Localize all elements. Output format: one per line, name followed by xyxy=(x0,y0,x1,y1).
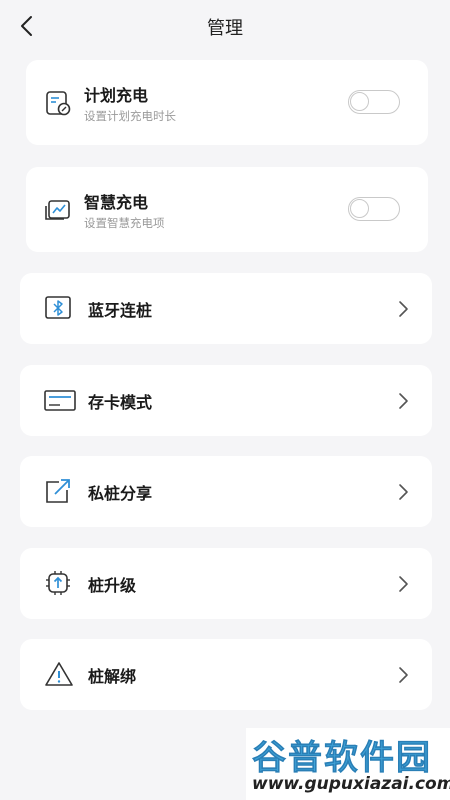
schedule-charge-card: 计划充电 设置计划充电时长 xyxy=(26,60,428,145)
bluetooth-icon xyxy=(45,296,71,319)
watermark-logo: 谷普软件园 www.gupuxiazai.com xyxy=(246,728,450,800)
card-icon xyxy=(44,390,76,411)
watermark-name: 谷普软件园 xyxy=(252,738,432,779)
smart-charge-label: 智慧充电 xyxy=(84,193,149,212)
chevron-right-icon xyxy=(399,301,408,317)
header-bar: 管理 xyxy=(0,0,450,52)
chevron-right-icon xyxy=(399,576,408,592)
watermark-url: www.gupuxiazai.com xyxy=(252,774,450,794)
menu-item-label: 桩解绑 xyxy=(88,667,137,686)
page-title: 管理 xyxy=(207,18,243,39)
menu-item-card-mode[interactable]: 存卡模式 xyxy=(20,365,432,436)
menu-item-upgrade[interactable]: 桩升级 xyxy=(20,548,432,619)
smart-charge-subtitle: 设置智慧充电项 xyxy=(84,216,165,230)
toggle-knob xyxy=(350,92,369,111)
smart-charge-icon xyxy=(45,200,70,220)
schedule-charge-label: 计划充电 xyxy=(84,86,149,105)
chevron-right-icon xyxy=(399,484,408,500)
menu-item-label: 蓝牙连桩 xyxy=(88,301,153,320)
menu-item-label: 存卡模式 xyxy=(88,393,153,412)
smart-charge-toggle[interactable] xyxy=(348,197,400,221)
chevron-right-icon xyxy=(399,393,408,409)
warning-icon xyxy=(45,662,73,686)
upgrade-icon xyxy=(46,571,70,595)
menu-item-bluetooth[interactable]: 蓝牙连桩 xyxy=(20,273,432,344)
schedule-charge-toggle[interactable] xyxy=(348,90,400,114)
schedule-charge-subtitle: 设置计划充电时长 xyxy=(84,109,176,123)
menu-item-unbind[interactable]: 桩解绑 xyxy=(20,639,432,710)
menu-item-share[interactable]: 私桩分享 xyxy=(20,456,432,527)
smart-charge-card: 智慧充电 设置智慧充电项 xyxy=(26,167,428,252)
toggle-knob xyxy=(350,199,369,218)
chevron-right-icon xyxy=(399,667,408,683)
share-icon xyxy=(46,479,70,503)
menu-item-label: 私桩分享 xyxy=(88,484,153,503)
schedule-charge-icon xyxy=(46,91,71,116)
menu-item-label: 桩升级 xyxy=(88,576,137,595)
